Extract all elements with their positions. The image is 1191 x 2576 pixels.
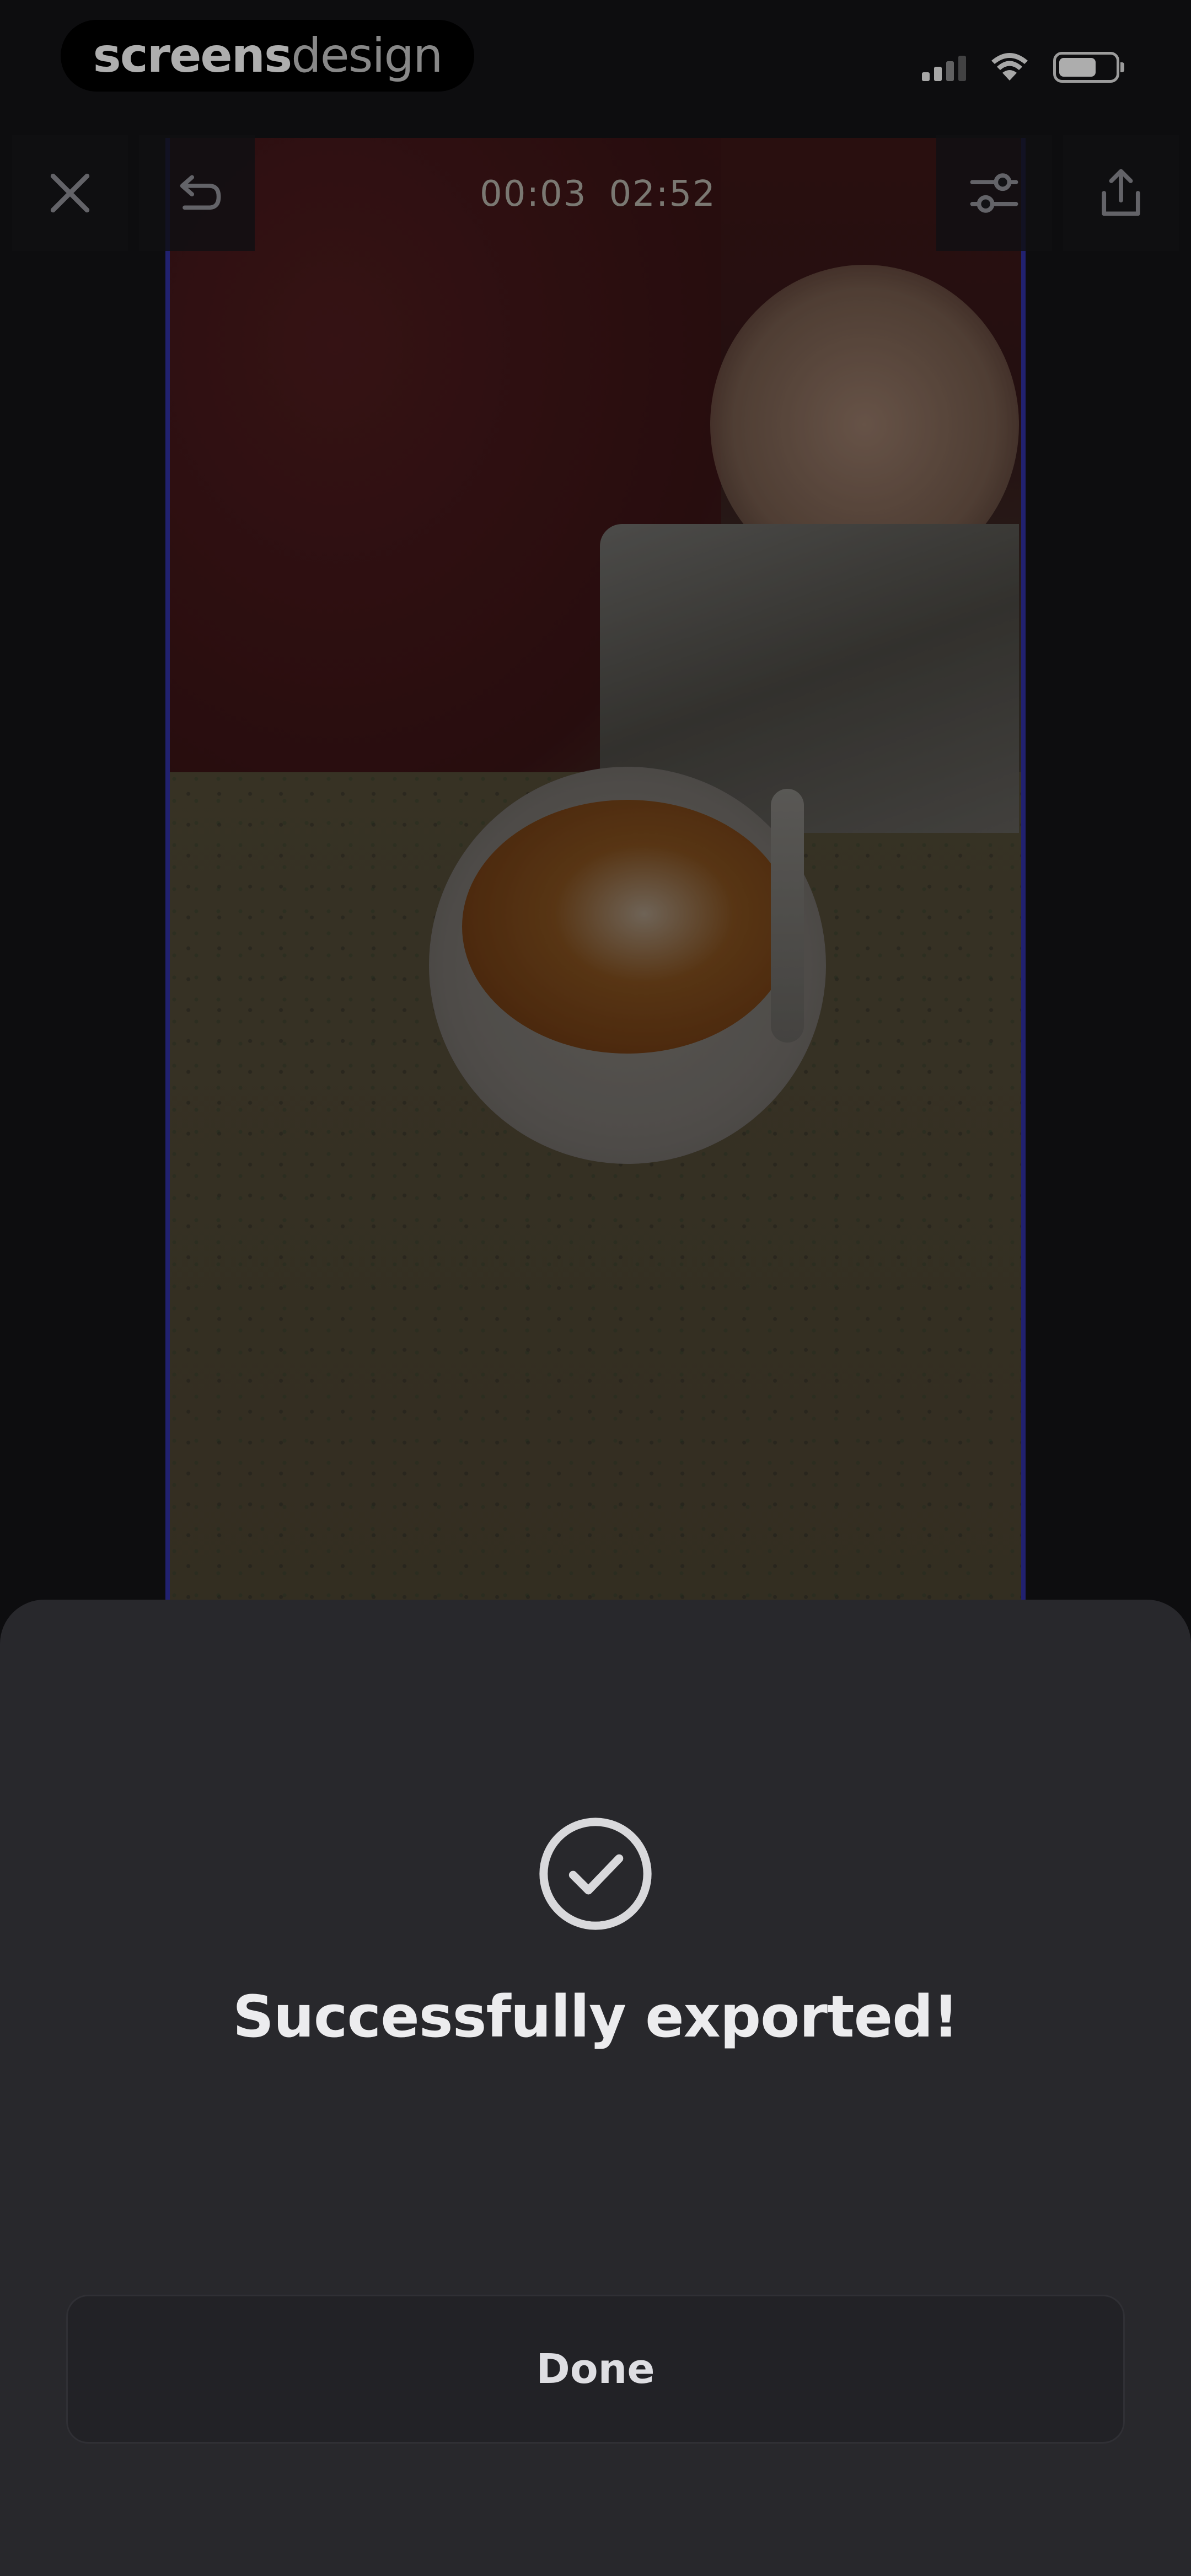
check-circle-icon — [539, 1818, 652, 1930]
done-button[interactable]: Done — [66, 2295, 1125, 2444]
success-title: Successfully exported! — [232, 1983, 959, 2050]
